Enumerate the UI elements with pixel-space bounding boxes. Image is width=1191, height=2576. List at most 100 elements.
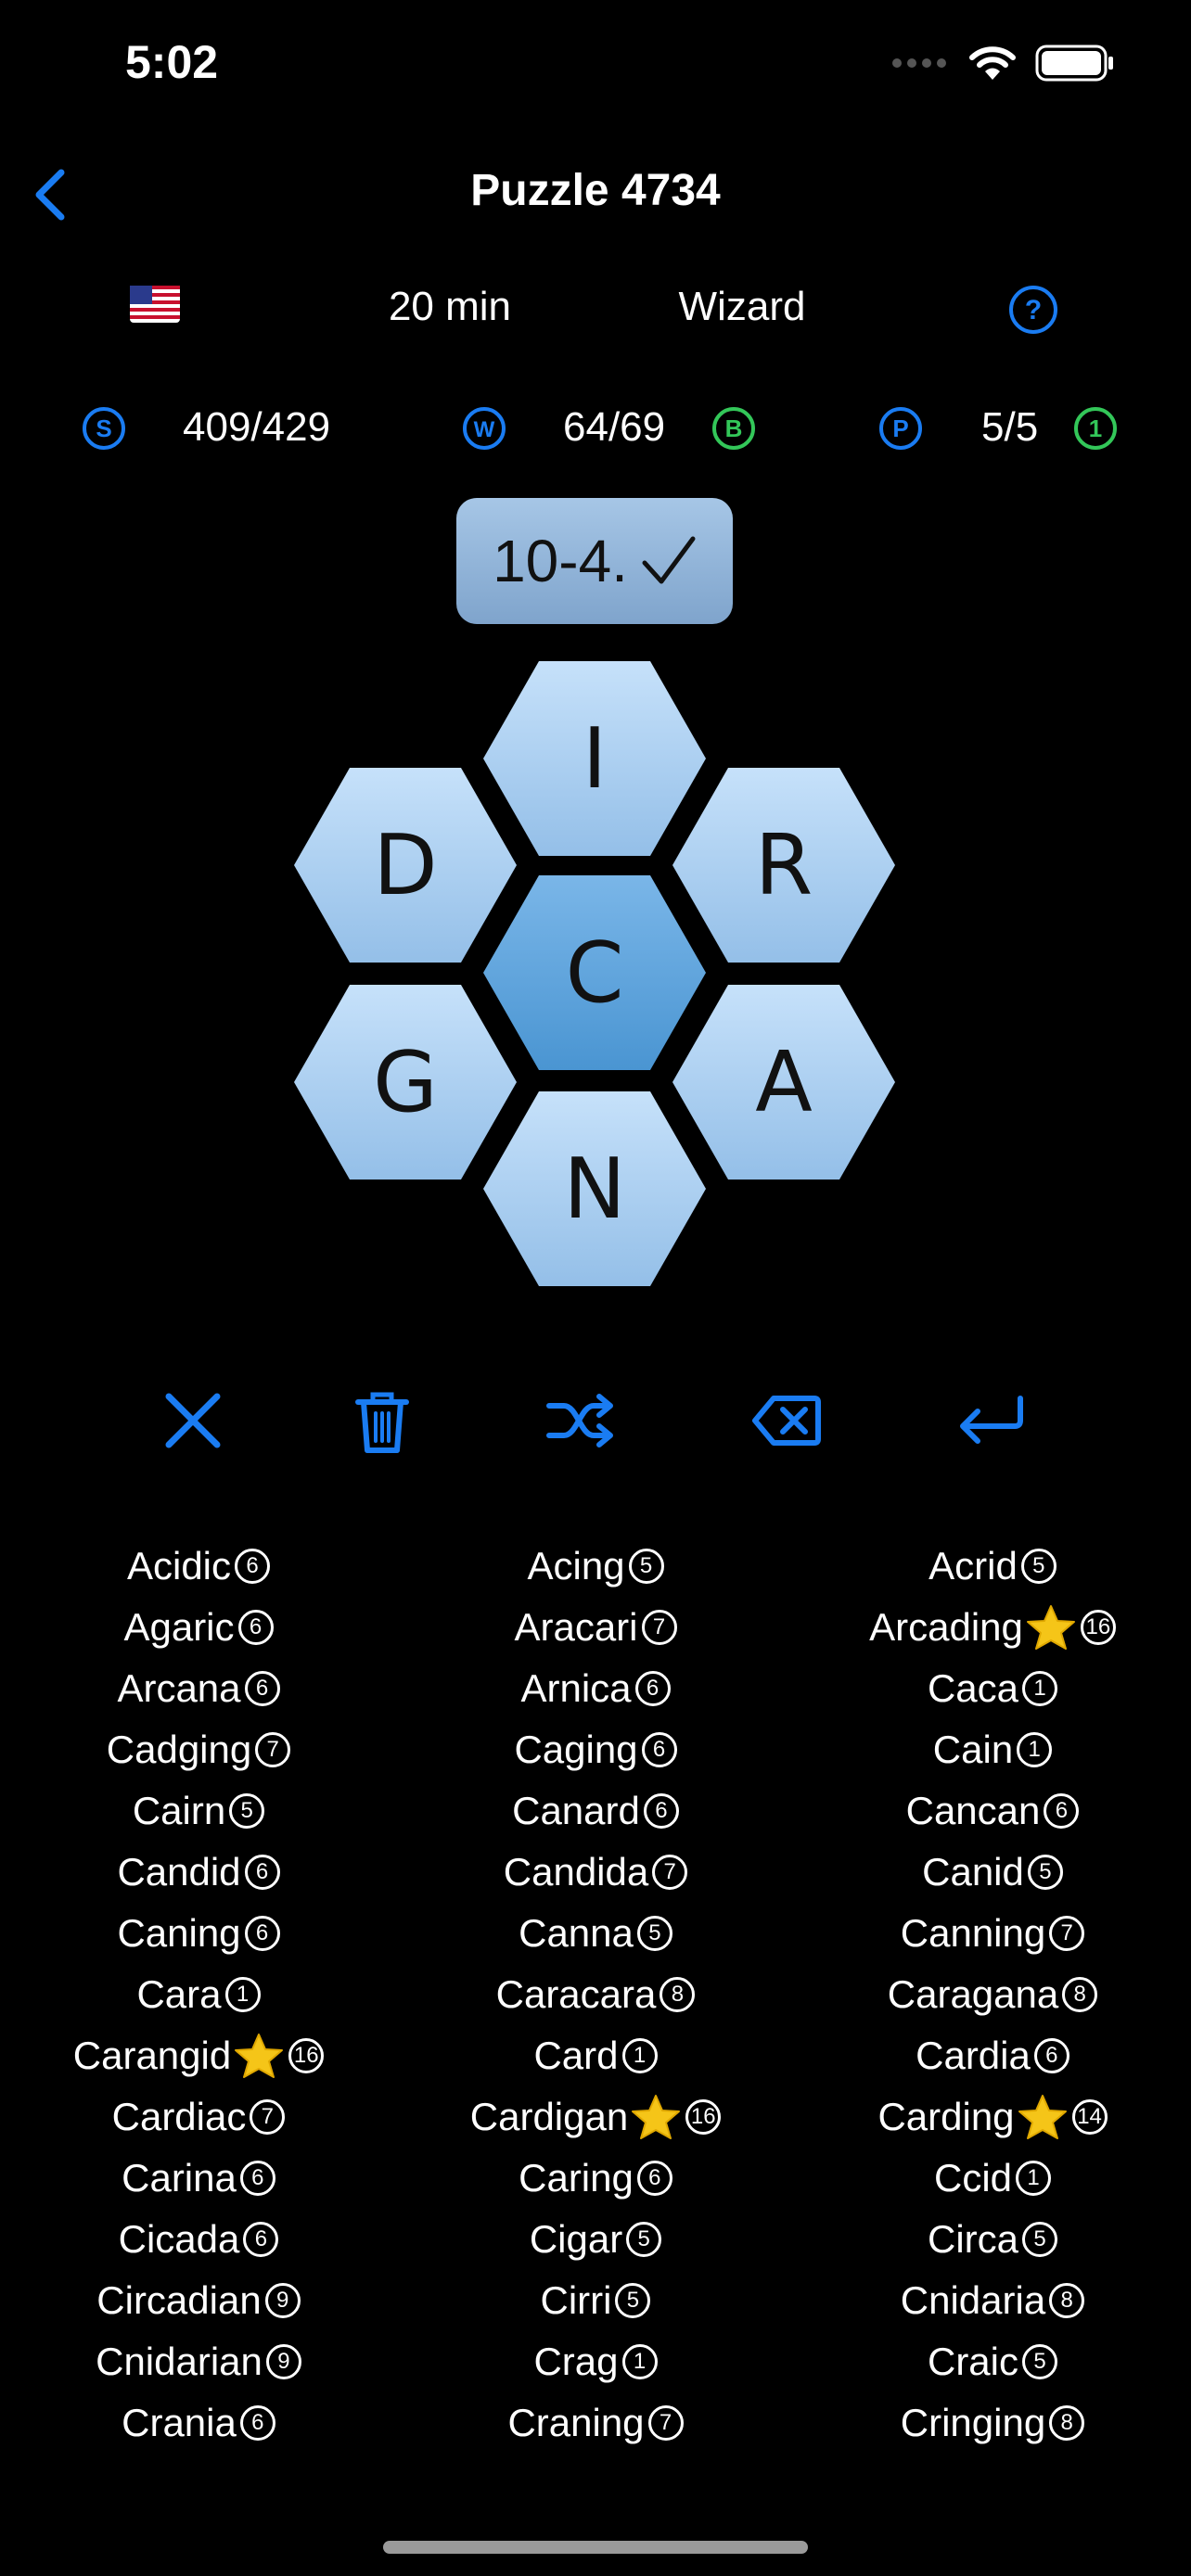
status-time: 5:02 (125, 36, 219, 88)
found-word[interactable]: Carangid 16 (72, 2025, 325, 2086)
letter-hex-top-left[interactable]: D (294, 768, 517, 963)
word-text: Cairn (132, 1789, 226, 1832)
word-score-badge: 5 (1027, 1855, 1063, 1890)
found-word[interactable]: Craic 5 (928, 2331, 1057, 2392)
letter-hex-top[interactable]: I (483, 661, 706, 856)
x-icon[interactable] (156, 1384, 230, 1458)
level-name: Wizard (678, 284, 806, 329)
found-word[interactable]: Cairn 5 (132, 1780, 265, 1842)
word-text: Craic (927, 2340, 1018, 2383)
rank-badge[interactable]: 10-4. (456, 498, 733, 624)
found-word[interactable]: Caging 6 (514, 1719, 677, 1780)
word-score-badge: 5 (626, 2222, 662, 2257)
letter-hex-top-right[interactable]: R (672, 768, 895, 963)
found-word[interactable]: Cigar 5 (529, 2209, 662, 2270)
found-word[interactable]: Caracara 8 (496, 1964, 696, 2025)
word-score-badge: 6 (239, 2161, 275, 2196)
found-word[interactable]: Crag 1 (533, 2331, 658, 2392)
found-word[interactable]: Arcana 6 (117, 1658, 280, 1719)
trash-icon[interactable] (345, 1384, 419, 1458)
found-word[interactable]: Caca 1 (928, 1658, 1058, 1719)
found-word[interactable]: Card 1 (533, 2025, 658, 2086)
svg-text:B: B (725, 414, 743, 442)
backspace-icon[interactable] (749, 1384, 824, 1458)
word-text: Canard (512, 1789, 640, 1832)
word-text: Cirri (540, 2278, 612, 2322)
found-word[interactable]: Ccid 1 (934, 2148, 1052, 2209)
found-word[interactable]: Cadging 7 (107, 1719, 291, 1780)
found-word[interactable]: Aracari 7 (514, 1597, 677, 1658)
found-word[interactable]: Acing 5 (527, 1536, 664, 1597)
found-word[interactable]: Cnidaria 8 (901, 2270, 1085, 2331)
word-text: Cara (136, 1972, 222, 2016)
found-word[interactable]: Caring 6 (519, 2148, 672, 2209)
word-text: Cain (932, 1728, 1014, 1771)
word-text: Acing (527, 1544, 625, 1588)
found-word[interactable]: Cnidarian 9 (96, 2331, 301, 2392)
found-word[interactable]: Circa 5 (928, 2209, 1057, 2270)
found-word[interactable]: Cardiac 7 (112, 2086, 286, 2148)
word-score-badge: 1 (1017, 1732, 1053, 1767)
found-word[interactable]: Canning 7 (901, 1903, 1085, 1964)
word-text: Caging (514, 1728, 638, 1771)
found-word[interactable]: Candida 7 (504, 1842, 688, 1903)
found-word[interactable]: Arcading 16 (869, 1597, 1116, 1658)
signal-icon (892, 58, 946, 68)
found-word[interactable]: Cardia 6 (916, 2025, 1069, 2086)
found-word[interactable]: Cicada 6 (119, 2209, 279, 2270)
found-word[interactable]: Carina 6 (122, 2148, 275, 2209)
found-word[interactable]: Candid 6 (117, 1842, 280, 1903)
star-icon (235, 2034, 284, 2078)
word-text: Cringing (900, 2401, 1046, 2444)
found-word[interactable]: Canna 5 (519, 1903, 672, 1964)
found-word[interactable]: Arnica 6 (520, 1658, 671, 1719)
shuffle-icon[interactable] (544, 1384, 618, 1458)
word-text: Canid (922, 1850, 1024, 1894)
found-word[interactable]: Canid 5 (922, 1842, 1063, 1903)
perfect-pangram-icon: 1 (1074, 407, 1117, 450)
found-word[interactable]: Acidic 6 (127, 1536, 271, 1597)
found-word[interactable]: Cara 1 (136, 1964, 261, 2025)
word-score-badge: 6 (235, 1549, 271, 1584)
found-word[interactable]: Cirri 5 (541, 2270, 651, 2331)
time-limit: 20 min (388, 284, 512, 329)
word-score-badge: 7 (652, 1855, 688, 1890)
word-score-badge: 1 (1016, 2161, 1052, 2196)
found-word[interactable]: Caning 6 (117, 1903, 280, 1964)
word-text: Circa (927, 2217, 1018, 2261)
found-word[interactable]: Cancan 6 (906, 1780, 1080, 1842)
rank-label: 10-4. (493, 528, 628, 594)
word-text: Arcading (869, 1605, 1023, 1649)
bonus-icon: B (712, 407, 755, 450)
letter-hex-bottom-right[interactable]: A (672, 985, 895, 1180)
found-word[interactable]: Carding 14 (877, 2086, 1108, 2148)
word-score-badge: 7 (641, 1610, 677, 1645)
word-text: Cardiac (111, 2095, 247, 2138)
found-word[interactable]: Agaric 6 (123, 1597, 274, 1658)
word-text: Circadian (96, 2278, 262, 2322)
letter-hex-bottom-left[interactable]: G (294, 985, 517, 1180)
help-icon[interactable]: ? (1007, 284, 1059, 336)
found-word[interactable]: Caragana 8 (888, 1964, 1098, 2025)
found-word[interactable]: Canard 6 (512, 1780, 679, 1842)
word-score-badge: 16 (1080, 1610, 1116, 1645)
status-icons (890, 45, 1115, 82)
word-score-badge: 5 (615, 2283, 651, 2318)
word-text: Cigar (529, 2217, 623, 2261)
found-word[interactable]: Acrid 5 (928, 1536, 1057, 1597)
word-column-1: Acidic 6 Agaric 6 Arcana 6 Cadging 7 Cairn 5 Candi… (0, 1536, 397, 2454)
letter-hex-bottom[interactable]: N (483, 1091, 706, 1286)
letter-hex-center[interactable]: C (483, 875, 706, 1070)
found-word[interactable]: Cain 1 (932, 1719, 1053, 1780)
found-word[interactable]: Crania 6 (122, 2392, 275, 2454)
found-word[interactable]: Cringing 8 (900, 2392, 1085, 2454)
return-icon[interactable] (954, 1384, 1028, 1458)
found-word[interactable]: Craning 7 (507, 2392, 684, 2454)
word-text: Carangid (72, 2034, 232, 2077)
found-word[interactable]: Circadian 9 (96, 2270, 301, 2331)
word-score-badge: 8 (1062, 1977, 1098, 2012)
found-word[interactable]: Cardigan 16 (470, 2086, 722, 2148)
word-column-2: Acing 5 Aracari 7 Arnica 6 Caging 6 Canard 6 Candi… (397, 1536, 794, 2454)
word-score-badge: 6 (244, 1916, 280, 1951)
word-score-badge: 1 (621, 2344, 658, 2379)
